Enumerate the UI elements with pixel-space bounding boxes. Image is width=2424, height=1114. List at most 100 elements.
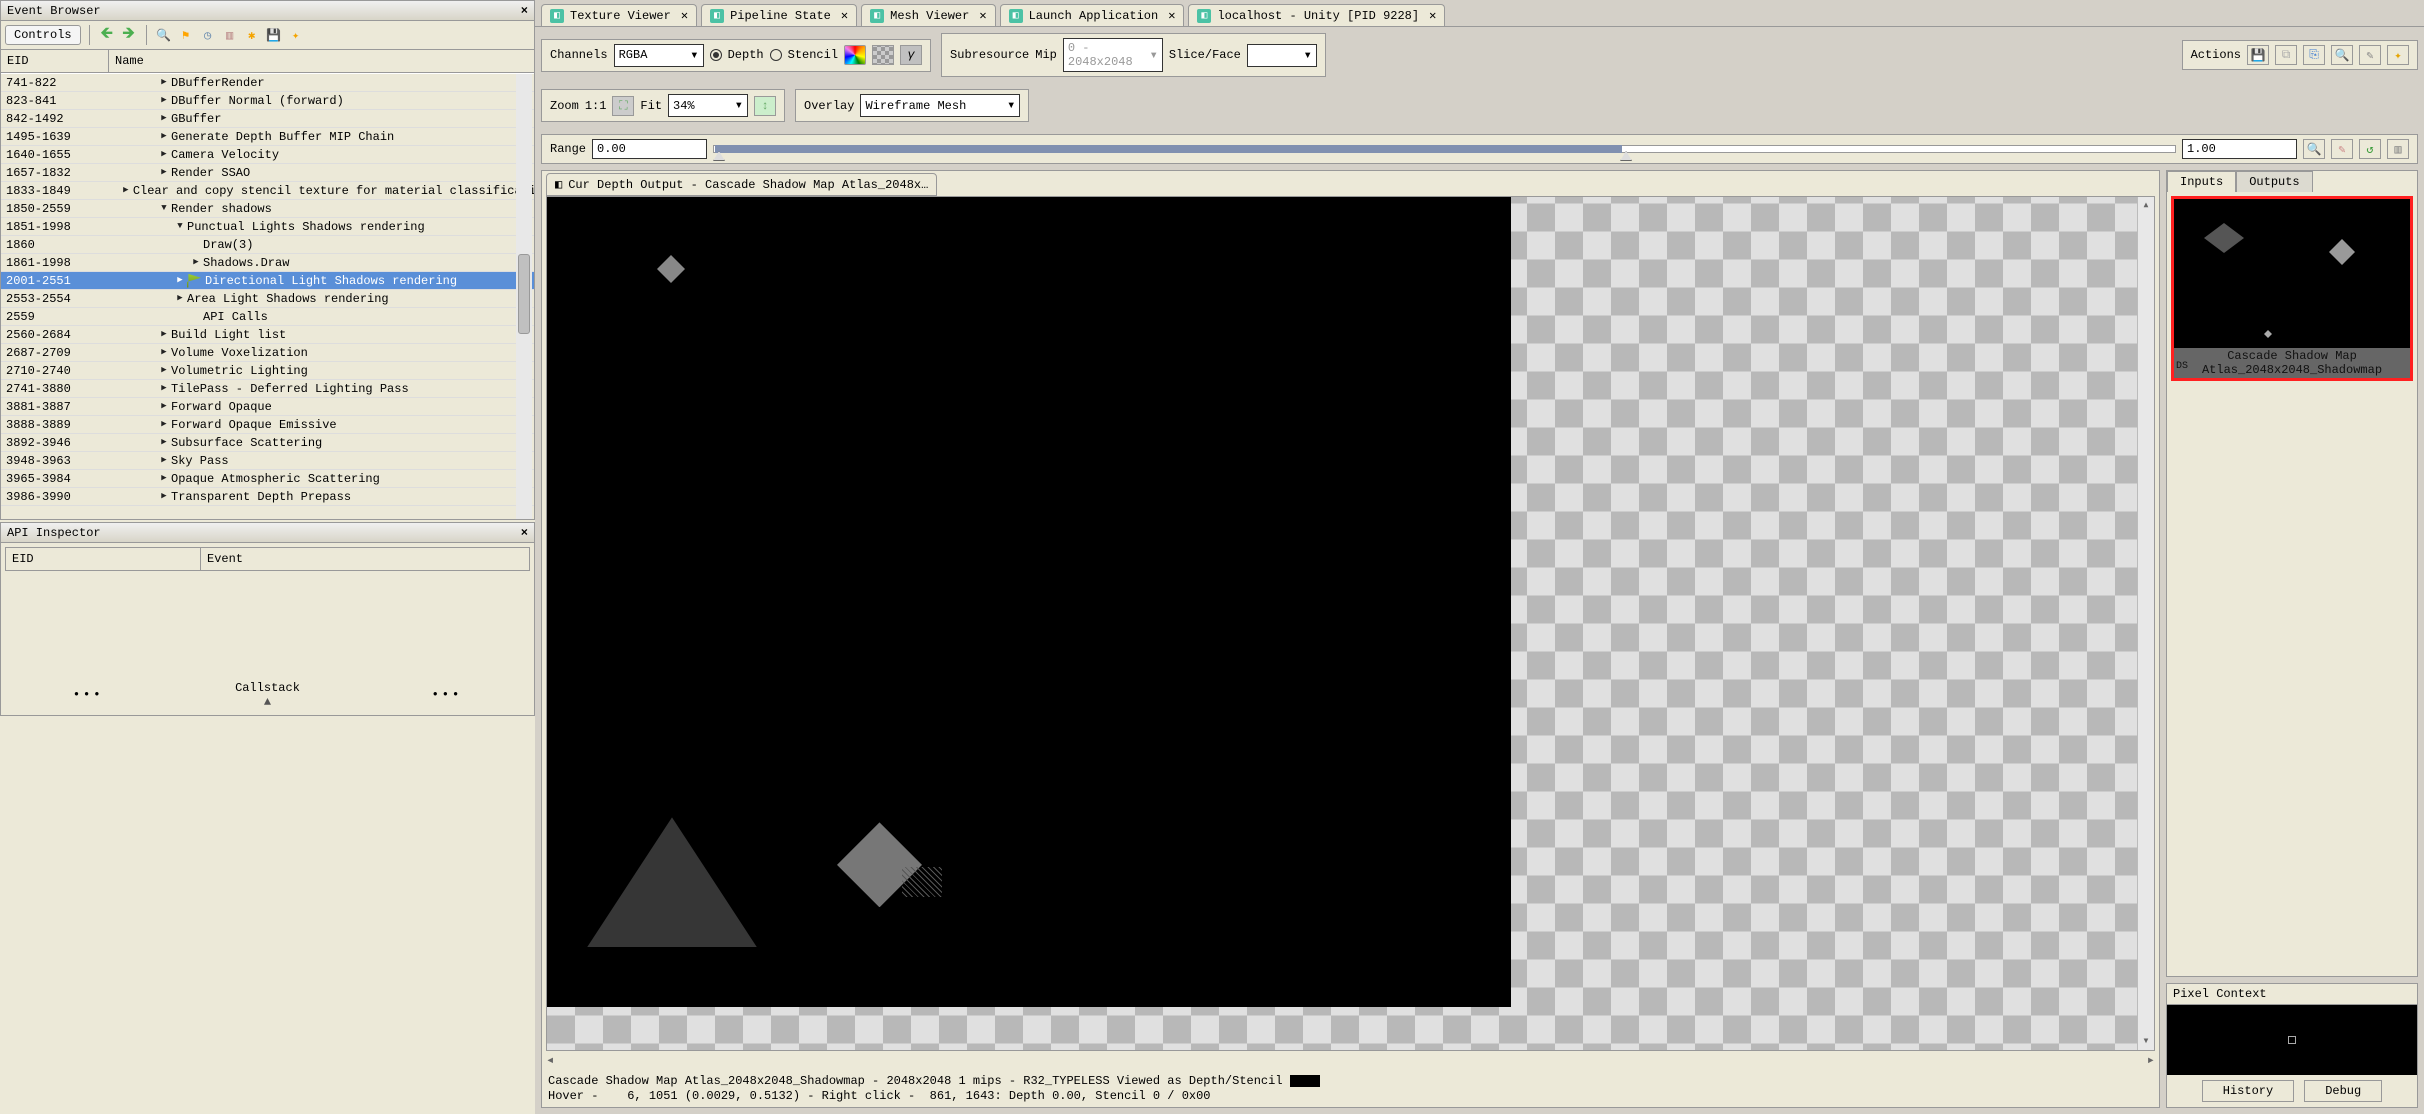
event-row[interactable]: 741-822DBufferRender xyxy=(1,74,534,92)
event-row[interactable]: 842-1492GBuffer xyxy=(1,110,534,128)
event-row[interactable]: 2687-2709Volume Voxelization xyxy=(1,344,534,362)
scrollbar[interactable] xyxy=(516,74,532,519)
expand-icon[interactable] xyxy=(157,383,171,393)
gear-icon[interactable]: ✱ xyxy=(243,26,261,44)
prev-event-icon[interactable]: 🡸 xyxy=(98,26,116,44)
history-button[interactable]: History xyxy=(2202,1080,2294,1102)
range-high-input[interactable] xyxy=(2182,139,2297,159)
fit-expand-icon[interactable]: ⛶ xyxy=(612,96,634,116)
expand-icon[interactable] xyxy=(157,419,171,429)
expand-icon[interactable] xyxy=(157,131,171,141)
range-slider[interactable] xyxy=(713,139,2176,159)
event-row[interactable]: 3888-3889Forward Opaque Emissive xyxy=(1,416,534,434)
expand-icon[interactable] xyxy=(119,185,133,195)
event-row[interactable]: 3881-3887Forward Opaque xyxy=(1,398,534,416)
close-tab-icon[interactable]: ✕ xyxy=(979,8,986,23)
expand-icon[interactable] xyxy=(157,347,171,357)
checker-bg-button[interactable] xyxy=(872,45,894,65)
expand-icon[interactable] xyxy=(157,473,171,483)
copy-icon[interactable]: ⧉ xyxy=(2275,45,2297,65)
expand-icon[interactable] xyxy=(173,293,187,303)
color-wheel-icon[interactable] xyxy=(844,45,866,65)
expand-icon[interactable] xyxy=(157,437,171,447)
main-tab[interactable]: ◧Pipeline State✕ xyxy=(701,4,857,26)
event-row[interactable]: 1495-1639Generate Depth Buffer MIP Chain xyxy=(1,128,534,146)
expand-icon[interactable] xyxy=(157,113,171,123)
texture-subtab[interactable]: ◧ Cur Depth Output - Cascade Shadow Map … xyxy=(546,173,937,196)
inputs-tab[interactable]: Inputs xyxy=(2167,171,2236,192)
mip-select[interactable]: 0 - 2048x2048 xyxy=(1063,38,1163,72)
main-tab[interactable]: ◧Texture Viewer✕ xyxy=(541,4,697,26)
histogram-icon[interactable]: ▥ xyxy=(2387,139,2409,159)
event-row[interactable]: 3986-3990Transparent Depth Prepass xyxy=(1,488,534,506)
zoom-range-icon[interactable]: 🔍 xyxy=(2303,139,2325,159)
api-eid-column[interactable]: EID xyxy=(6,548,201,570)
close-tab-icon[interactable]: ✕ xyxy=(1429,8,1436,23)
expand-icon[interactable] xyxy=(157,365,171,375)
close-icon[interactable]: × xyxy=(521,526,528,540)
event-row[interactable]: 2710-2740Volumetric Lighting xyxy=(1,362,534,380)
expand-icon[interactable] xyxy=(173,275,187,285)
expand-icon[interactable] xyxy=(157,77,171,87)
texture-canvas[interactable]: ▴ ▾ xyxy=(546,196,2155,1051)
zoom-select[interactable]: 34% xyxy=(668,94,748,117)
expand-icon[interactable] xyxy=(157,455,171,465)
output-thumbnail[interactable]: DS Cascade Shadow Map Atlas_2048x2048_Sh… xyxy=(2171,196,2413,381)
event-row[interactable]: 1851-1998Punctual Lights Shadows renderi… xyxy=(1,218,534,236)
eid-column-header[interactable]: EID xyxy=(1,50,109,72)
fit-button[interactable]: Fit xyxy=(640,99,662,113)
channels-select[interactable]: RGBA xyxy=(614,44,704,67)
puzzle-icon[interactable]: ✦ xyxy=(287,26,305,44)
expand-icon[interactable] xyxy=(157,167,171,177)
search-icon[interactable]: 🔍 xyxy=(2331,45,2353,65)
event-row[interactable]: 2741-3880TilePass - Deferred Lighting Pa… xyxy=(1,380,534,398)
pixel-context-view[interactable] xyxy=(2167,1005,2417,1075)
wand-icon[interactable]: ✎ xyxy=(2359,45,2381,65)
event-row[interactable]: 2560-2684Build Light list xyxy=(1,326,534,344)
slice-face-select[interactable] xyxy=(1247,44,1317,67)
scrollbar-thumb[interactable] xyxy=(518,254,530,334)
event-row[interactable]: 3892-3946Subsurface Scattering xyxy=(1,434,534,452)
bars-icon[interactable]: ▥ xyxy=(221,26,239,44)
reset-range-icon[interactable]: ↺ xyxy=(2359,139,2381,159)
expand-icon[interactable] xyxy=(157,401,171,411)
api-event-column[interactable]: Event xyxy=(201,548,529,570)
stencil-radio[interactable] xyxy=(770,49,782,61)
close-tab-icon[interactable]: ✕ xyxy=(681,8,688,23)
close-tab-icon[interactable]: ✕ xyxy=(841,8,848,23)
horizontal-scrollbar[interactable]: ◂▸ xyxy=(542,1051,2159,1069)
main-tab[interactable]: ◧localhost - Unity [PID 9228]✕ xyxy=(1188,4,1445,26)
expand-icon[interactable] xyxy=(157,491,171,501)
main-tab[interactable]: ◧Launch Application✕ xyxy=(1000,4,1185,26)
one-to-one-button[interactable]: 1:1 xyxy=(585,99,607,113)
main-tab[interactable]: ◧Mesh Viewer✕ xyxy=(861,4,995,26)
autofit-range-icon[interactable]: ✎ xyxy=(2331,139,2353,159)
expand-icon[interactable] xyxy=(189,257,203,267)
save-icon[interactable]: 💾 xyxy=(2247,45,2269,65)
goto-icon[interactable]: ⎘ xyxy=(2303,45,2325,65)
outputs-tab[interactable]: Outputs xyxy=(2236,171,2312,192)
gamma-button[interactable]: γ xyxy=(900,45,922,65)
close-icon[interactable]: × xyxy=(521,4,528,18)
event-row[interactable]: 3965-3984Opaque Atmospheric Scattering xyxy=(1,470,534,488)
event-row[interactable]: 1850-2559Render shadows xyxy=(1,200,534,218)
chevron-up-icon[interactable] xyxy=(235,695,300,709)
star-icon[interactable]: ✦ xyxy=(2387,45,2409,65)
event-row[interactable]: 1860Draw(3) xyxy=(1,236,534,254)
expand-icon[interactable] xyxy=(157,149,171,159)
collapse-icon[interactable] xyxy=(173,221,187,231)
overlay-select[interactable]: Wireframe Mesh xyxy=(860,94,1020,117)
event-row[interactable]: 2553-2554Area Light Shadows rendering xyxy=(1,290,534,308)
save-icon[interactable]: 💾 xyxy=(265,26,283,44)
expand-icon[interactable] xyxy=(157,329,171,339)
event-row[interactable]: 3948-3963Sky Pass xyxy=(1,452,534,470)
event-row[interactable]: 1640-1655Camera Velocity xyxy=(1,146,534,164)
vertical-scrollbar[interactable]: ▴ ▾ xyxy=(2137,197,2154,1050)
depth-radio[interactable] xyxy=(710,49,722,61)
debug-button[interactable]: Debug xyxy=(2304,1080,2382,1102)
event-row[interactable]: 1833-1849Clear and copy stencil texture … xyxy=(1,182,534,200)
bookmark-flag-icon[interactable]: ⚑ xyxy=(177,26,195,44)
event-row[interactable]: 2001-2551Directional Light Shadows rende… xyxy=(1,272,534,290)
event-row[interactable]: 823-841DBuffer Normal (forward) xyxy=(1,92,534,110)
clock-icon[interactable]: ◷ xyxy=(199,26,217,44)
